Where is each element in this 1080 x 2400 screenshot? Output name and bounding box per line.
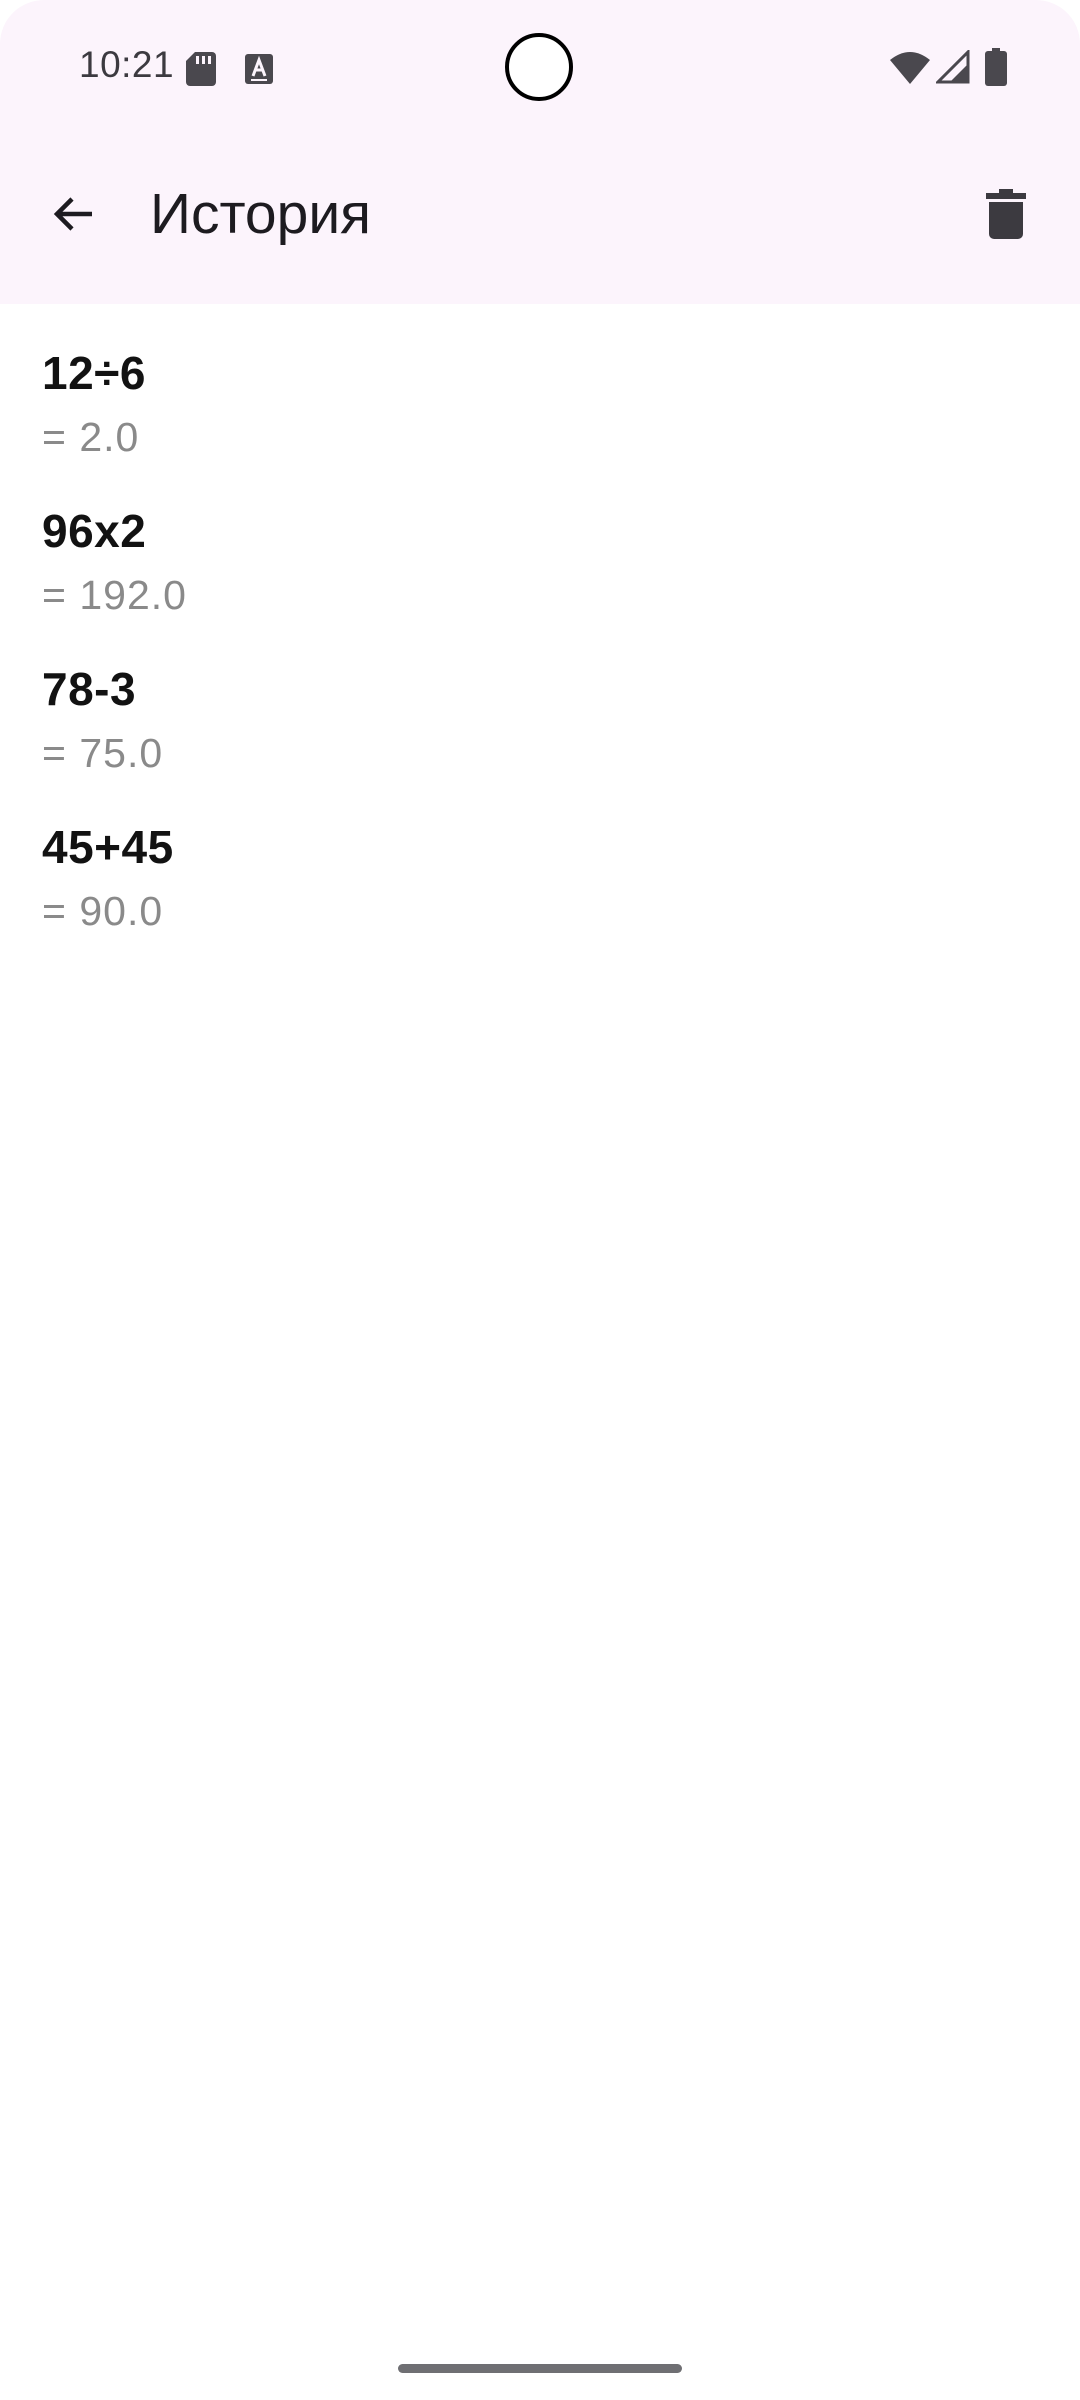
history-result: = 192.0 (42, 572, 187, 618)
status-bar: 10:21 (0, 0, 1080, 140)
history-item[interactable]: 78-3 = 75.0 (0, 620, 1080, 778)
signal-icon (936, 50, 970, 84)
history-expression: 78-3 (42, 663, 137, 715)
camera-cutout (505, 33, 573, 101)
history-result: = 75.0 (42, 730, 164, 776)
history-expression: 45+45 (42, 821, 174, 873)
clear-history-button[interactable] (966, 174, 1046, 254)
history-expression: 12÷6 (42, 347, 146, 399)
history-screen: 10:21 История 12÷6 = 2.0 96x2 = 192.0 78… (0, 0, 1080, 2400)
history-result: = 90.0 (42, 888, 164, 934)
history-list: 12÷6 = 2.0 96x2 = 192.0 78-3 = 75.0 45+4… (0, 304, 1080, 936)
a-notification-icon (245, 54, 273, 84)
arrow-back-icon (53, 197, 92, 231)
page-title: История (150, 182, 372, 246)
wifi-icon (890, 52, 930, 84)
back-button[interactable] (34, 174, 114, 254)
battery-icon (985, 48, 1007, 86)
history-result: = 2.0 (42, 414, 140, 460)
status-time: 10:21 (79, 44, 175, 85)
history-item[interactable]: 45+45 = 90.0 (0, 778, 1080, 936)
home-indicator[interactable] (398, 2364, 682, 2373)
history-item[interactable]: 12÷6 = 2.0 (0, 304, 1080, 462)
history-expression: 96x2 (42, 505, 147, 557)
sd-card-icon (186, 52, 216, 86)
trash-icon (986, 189, 1026, 239)
top-app-bar: История (0, 140, 1080, 304)
history-item[interactable]: 96x2 = 192.0 (0, 462, 1080, 620)
